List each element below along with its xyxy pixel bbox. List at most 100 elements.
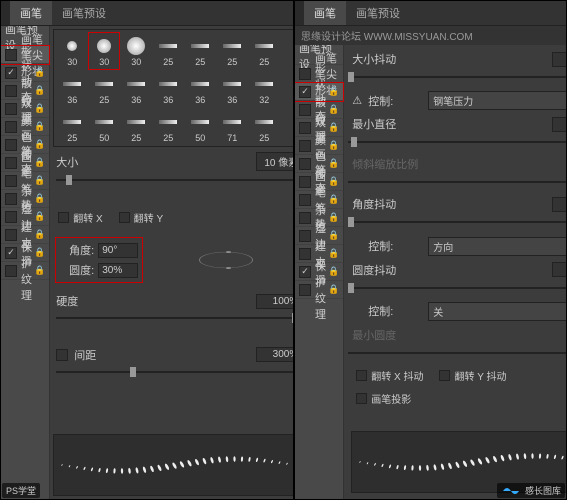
brush-3[interactable]: 25 [153,33,183,69]
brush-19[interactable]: 71 [217,109,247,145]
option-checkbox[interactable] [299,284,311,296]
option-checkbox[interactable] [299,104,311,116]
brush-size-label: 50 [99,133,109,143]
option-checkbox[interactable] [5,85,17,97]
brush-grid: 3030302525252536253636363632255025255071… [53,29,293,147]
brush-5[interactable]: 25 [217,33,247,69]
size-slider[interactable] [56,173,293,206]
option-checkbox[interactable] [299,248,311,260]
ctrl-label-2: 控制: [368,238,422,254]
ctrl-select-off[interactable]: 关▾ [428,302,566,321]
lock-icon: 🔒 [328,230,339,241]
lock-icon: 🔒 [34,229,45,240]
spacing-slider[interactable] [56,365,293,398]
lock-icon: 🔒 [34,247,45,258]
option-checkbox[interactable] [5,139,17,151]
brush-13[interactable]: 32 [249,71,279,107]
flip-y[interactable]: 翻转 Y [119,210,163,225]
min-dia-slider[interactable] [348,135,566,153]
round-jitter-label: 圆度抖动 [352,262,406,278]
tabs-left: 画笔 画笔预设 [1,1,293,26]
option-checkbox[interactable] [299,176,311,188]
option-checkbox[interactable] [5,67,17,79]
option-checkbox[interactable] [5,265,17,277]
flip-x[interactable]: 翻转 X [58,210,102,225]
brush-17[interactable]: 25 [153,109,183,145]
brush-4[interactable]: 25 [185,33,215,69]
brush-7[interactable]: 36 [57,71,87,107]
option-13[interactable]: 保护纹理🔒 [1,262,49,280]
lock-icon: 🔒 [328,266,339,277]
option-checkbox[interactable] [5,49,17,61]
brush-10[interactable]: 36 [153,71,183,107]
size-row: 大小 10 像素 [50,150,293,173]
option-checkbox[interactable] [5,247,17,259]
hardness-input[interactable]: 100% [256,294,293,309]
round-jitter-input[interactable]: 0% [552,262,566,277]
tab-brush-r[interactable]: 画笔 [304,1,346,25]
ctrl-select-pen[interactable]: 钢笔压力▾ [428,91,566,110]
brush-2[interactable]: 30 [121,33,151,69]
angle-widget[interactable] [199,252,253,268]
size-jitter-slider[interactable] [348,70,566,88]
brush-1[interactable]: 30 [89,33,119,69]
lock-icon: 🔒 [328,284,339,295]
brush-projection[interactable]: 画笔投影 [356,391,411,406]
brush-20[interactable]: 25 [249,109,279,145]
brush-12[interactable]: 36 [217,71,247,107]
option-checkbox[interactable] [5,121,17,133]
flip-y-jitter[interactable]: 翻转 Y 抖动 [439,368,506,383]
option-checkbox[interactable] [5,157,17,169]
min-dia-input[interactable]: 1% [552,117,566,132]
option-13[interactable]: 保护纹理🔒 [295,281,343,299]
option-checkbox[interactable] [299,230,311,242]
brush-14[interactable]: 25 [57,109,87,145]
lock-icon: 🔒 [328,194,339,205]
option-checkbox[interactable] [299,212,311,224]
round-input[interactable]: 30% [98,263,138,278]
ctrl-select-dir[interactable]: 方向▾ [428,237,566,256]
angle-jitter-input[interactable]: 0% [552,197,566,212]
size-jitter-input[interactable]: 0% [552,52,566,67]
option-checkbox[interactable] [5,103,17,115]
option-checkbox[interactable] [299,194,311,206]
brush-8[interactable]: 25 [89,71,119,107]
tab-brush[interactable]: 画笔 [10,1,52,25]
round-jitter-slider[interactable] [348,281,566,299]
option-checkbox[interactable] [5,211,17,223]
badge-left: PS学堂 [2,483,40,498]
option-checkbox[interactable] [299,158,311,170]
option-checkbox[interactable] [299,266,311,278]
brush-size-label: 25 [227,57,237,67]
angle-jitter-slider[interactable] [348,215,566,233]
option-checkbox[interactable] [5,229,17,241]
option-checkbox[interactable] [299,122,311,134]
flip-x-jitter[interactable]: 翻转 X 抖动 [356,368,423,383]
brush-11[interactable]: 36 [185,71,215,107]
brush-0[interactable]: 30 [57,33,87,69]
option-checkbox[interactable] [5,175,17,187]
tab-preset-r[interactable]: 画笔预设 [346,1,410,25]
brush-15[interactable]: 50 [89,109,119,145]
brush-size-label: 25 [99,95,109,105]
hardness-slider[interactable] [56,311,293,344]
angle-input[interactable]: 90° [98,243,138,258]
spacing-input[interactable]: 300% [256,347,293,362]
brush-16[interactable]: 25 [121,109,151,145]
brush-size-label: 25 [163,57,173,67]
option-checkbox[interactable] [299,68,311,80]
size-input[interactable]: 10 像素 [256,152,293,171]
size-label: 大小 [56,154,104,170]
brush-9[interactable]: 36 [121,71,151,107]
brush-18[interactable]: 50 [185,109,215,145]
content-left: 3030302525252536253636363632255025255071… [50,26,293,499]
brush-6[interactable]: 25 [249,33,279,69]
lock-icon: 🔒 [34,193,45,204]
tab-preset[interactable]: 画笔预设 [52,1,116,25]
preview-left [53,434,293,496]
hardness-label: 硬度 [56,293,104,309]
option-checkbox[interactable] [299,140,311,152]
option-checkbox[interactable] [299,86,311,98]
option-checkbox[interactable] [5,193,17,205]
spacing-checkbox[interactable] [56,349,68,361]
